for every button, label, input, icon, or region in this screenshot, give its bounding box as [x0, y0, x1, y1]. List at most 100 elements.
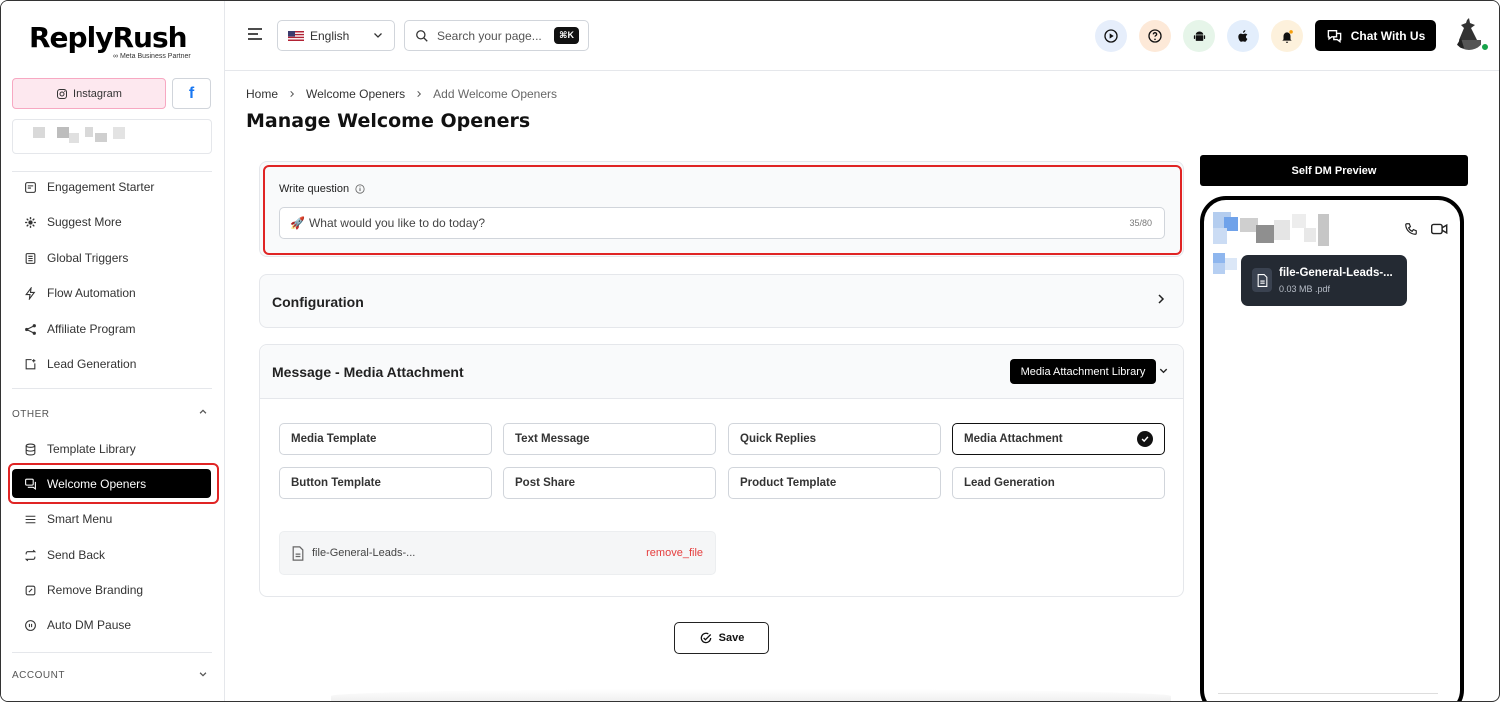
option-button-template[interactable]: Button Template [279, 467, 492, 499]
media-attachment-library-button[interactable]: Media Attachment Library [1010, 359, 1156, 384]
page-title: Manage Welcome Openers [246, 110, 531, 132]
phone-call-icon[interactable] [1404, 222, 1418, 239]
search-icon [416, 29, 428, 42]
self-dm-preview-header: Self DM Preview [1200, 155, 1468, 186]
breadcrumb-parent[interactable]: Welcome Openers [306, 87, 405, 101]
facebook-tab[interactable]: f [172, 78, 211, 109]
section-label-other: OTHER [12, 409, 50, 420]
apple-icon[interactable] [1227, 20, 1259, 52]
character-counter: 35/80 [1129, 218, 1152, 228]
question-input[interactable]: 🚀 What would you like to do today? 35/80 [279, 207, 1165, 239]
app-window: ReplyRush ∞ Meta Business Partner Instag… [0, 0, 1500, 702]
sidebar-item-remove-branding[interactable]: Remove Branding [12, 575, 212, 605]
remove-file-link[interactable]: remove_file [646, 547, 703, 559]
sidebar-item-welcome-openers[interactable]: Welcome Openers [12, 469, 211, 498]
sidebar-item-label: Send Back [47, 548, 106, 562]
blurred-text [85, 127, 93, 137]
configuration-title: Configuration [272, 294, 364, 310]
preview-file-name: file-General-Leads-... [1279, 267, 1393, 279]
gear-icon [23, 215, 37, 229]
sidebar-item-lead-generation[interactable]: Lead Generation [12, 349, 212, 379]
question-card: Write question 🚀 What would you like to … [259, 161, 1184, 257]
save-check-icon [700, 632, 711, 644]
search-input[interactable]: Search your page... ⌘K [404, 20, 589, 51]
chat-icon [1327, 30, 1342, 43]
help-icon[interactable] [1139, 20, 1171, 52]
sidebar-item-label: Template Library [47, 442, 136, 456]
share-icon [23, 322, 37, 336]
file-icon [1252, 268, 1272, 292]
instagram-tab[interactable]: Instagram [12, 78, 166, 109]
logo: ReplyRush ∞ Meta Business Partner [29, 21, 191, 60]
chat-icon [23, 477, 37, 491]
chevron-down-icon[interactable] [1158, 364, 1169, 379]
sidebar-item-engagement-starter[interactable]: Engagement Starter [12, 172, 212, 202]
sidebar-item-send-back[interactable]: Send Back [12, 540, 212, 570]
chevron-up-icon[interactable] [198, 407, 208, 420]
blurred-text [1318, 214, 1329, 246]
configuration-section[interactable]: Configuration [259, 274, 1184, 328]
online-status-dot [1481, 43, 1489, 51]
attached-file: file-General-Leads-... remove_file [279, 531, 716, 575]
account-selector[interactable] [12, 119, 212, 154]
option-media-template[interactable]: Media Template [279, 423, 492, 455]
phone-preview: file-General-Leads-... 0.03 MB .pdf [1200, 196, 1464, 701]
chevron-down-icon[interactable] [198, 669, 208, 682]
option-lead-generation[interactable]: Lead Generation [952, 467, 1165, 499]
sidebar-item-auto-dm-pause[interactable]: Auto DM Pause [12, 610, 212, 640]
blurred-avatar [33, 127, 45, 138]
option-media-attachment[interactable]: Media Attachment [952, 423, 1165, 455]
option-label: Media Attachment [964, 433, 1063, 445]
sidebar-item-smart-menu[interactable]: Smart Menu [12, 504, 212, 534]
option-text-message[interactable]: Text Message [503, 423, 716, 455]
android-icon[interactable] [1183, 20, 1215, 52]
chevron-right-icon[interactable] [1155, 293, 1167, 308]
sidebar: ReplyRush ∞ Meta Business Partner Instag… [1, 1, 225, 701]
blurred-text [1274, 220, 1290, 240]
sidebar-item-template-library[interactable]: Template Library [12, 434, 212, 464]
blurred-text [1292, 214, 1306, 228]
chevron-right-icon [288, 87, 296, 101]
option-product-template[interactable]: Product Template [728, 467, 941, 499]
sidebar-item-flow-automation[interactable]: Flow Automation [12, 278, 212, 308]
save-label: Save [718, 632, 745, 644]
shortcut-badge: ⌘K [554, 27, 579, 44]
info-icon [355, 184, 365, 194]
sidebar-item-label: Suggest More [47, 215, 122, 229]
section-label-account: ACCOUNT [12, 670, 65, 681]
bell-icon[interactable] [1271, 20, 1303, 52]
blurred-avatar [1213, 253, 1225, 263]
save-button[interactable]: Save [674, 622, 769, 654]
preview-file-meta: 0.03 MB .pdf [1279, 284, 1331, 294]
file-name: file-General-Leads-... [312, 547, 416, 559]
composer-edge [1218, 693, 1438, 701]
sidebar-item-global-triggers[interactable]: Global Triggers [12, 243, 212, 273]
breadcrumb-home[interactable]: Home [246, 87, 278, 101]
sidebar-item-suggest-more[interactable]: Suggest More [12, 207, 212, 237]
hamburger-icon[interactable] [247, 27, 263, 44]
question-value: What would you like to do today? [308, 216, 486, 230]
option-post-share[interactable]: Post Share [503, 467, 716, 499]
play-icon[interactable] [1095, 20, 1127, 52]
sidebar-item-label: Auto DM Pause [47, 618, 132, 632]
sidebar-item-label: Flow Automation [47, 286, 136, 300]
sidebar-item-affiliate-program[interactable]: Affiliate Program [12, 314, 212, 344]
sidebar-item-label: Global Triggers [47, 251, 129, 265]
option-quick-replies[interactable]: Quick Replies [728, 423, 941, 455]
blurred-text [113, 127, 125, 139]
chat-with-us-button[interactable]: Chat With Us [1315, 20, 1436, 51]
blurred-text [1256, 225, 1274, 243]
chat-button-label: Chat With Us [1350, 28, 1426, 43]
language-select[interactable]: English [277, 20, 395, 51]
blurred-avatar [1213, 263, 1225, 274]
video-call-icon[interactable] [1430, 223, 1448, 238]
top-bar: English Search your page... ⌘K Chat With… [225, 1, 1499, 71]
chevron-down-icon [372, 29, 384, 44]
sidebar-item-label: Remove Branding [47, 583, 144, 597]
message-title: Message - Media Attachment [272, 364, 464, 380]
blurred-text [69, 133, 79, 143]
language-label: English [310, 28, 350, 43]
blurred-text [95, 133, 107, 142]
repeat-icon [23, 548, 37, 562]
facebook-icon: f [188, 84, 195, 102]
